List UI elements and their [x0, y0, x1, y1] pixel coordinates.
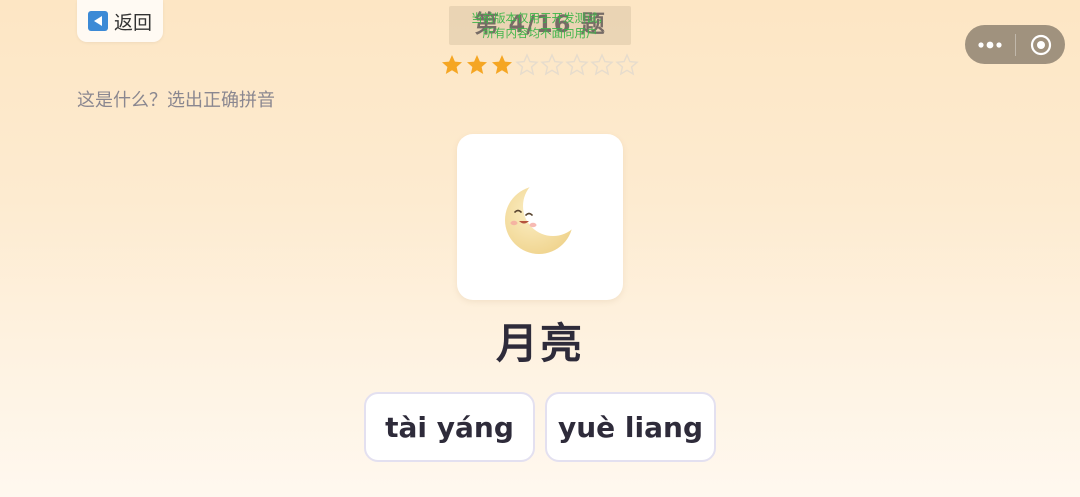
more-button[interactable] — [965, 25, 1015, 64]
option-button-2[interactable]: yuè liang — [545, 392, 716, 462]
answer-options: tài yáng yuè liang — [364, 392, 716, 462]
star-rating — [440, 53, 639, 77]
option-button-1[interactable]: tài yáng — [364, 392, 535, 462]
target-close-icon — [1030, 34, 1051, 55]
star-filled-icon — [492, 55, 512, 74]
star-filled-icon — [467, 55, 487, 74]
picture-card — [457, 134, 623, 300]
dev-notice: 当前版本仅用于开发测试， 所有内容均不面向用户 — [449, 6, 631, 45]
target-word: 月亮 — [495, 319, 584, 368]
notice-line-2: 所有内容均不面向用户 — [482, 26, 598, 40]
star-empty-icon — [590, 53, 614, 76]
star-empty-icon — [515, 53, 539, 76]
more-dots-icon — [978, 41, 1002, 48]
close-button[interactable] — [1016, 25, 1065, 64]
star-empty-icon — [540, 53, 564, 76]
notice-line-1: 当前版本仅用于开发测试， — [471, 11, 609, 25]
mini-program-capsule — [965, 25, 1065, 64]
question-prompt: 这是什么？选出正确拼音 — [77, 90, 275, 111]
star-filled-icon — [442, 55, 462, 74]
crescent-moon-icon — [505, 186, 573, 254]
star-empty-icon — [615, 53, 639, 76]
star-empty-icon — [565, 53, 589, 76]
